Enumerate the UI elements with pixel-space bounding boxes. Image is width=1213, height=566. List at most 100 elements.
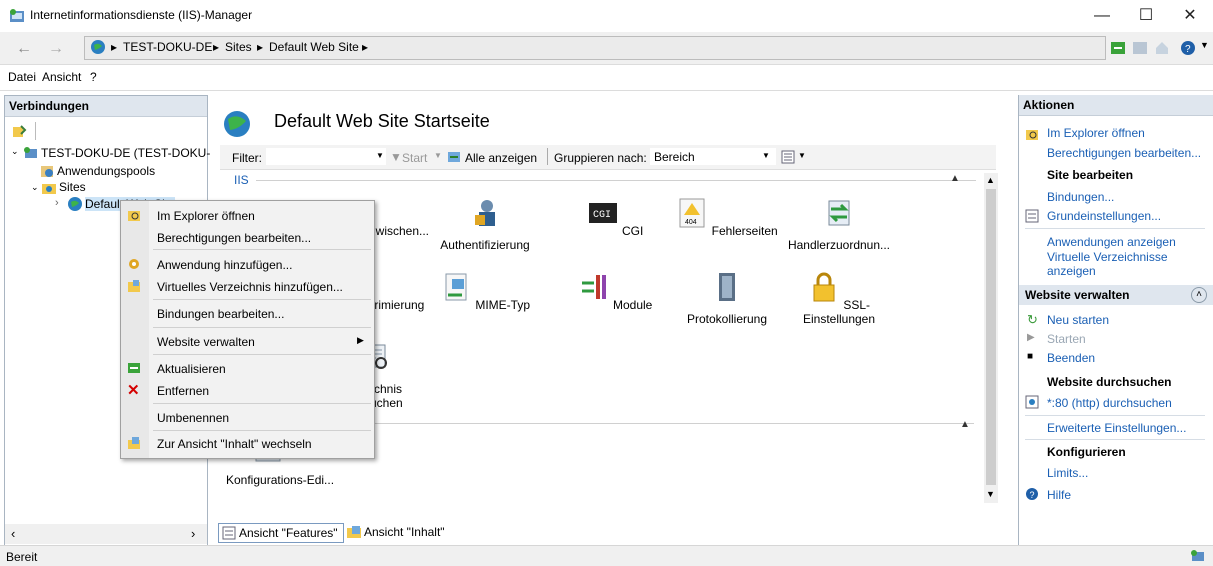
show-all-icon: [448, 152, 460, 162]
scroll-up-icon[interactable]: ▲: [986, 175, 995, 185]
error-pages-icon: 404: [679, 198, 705, 228]
action-group-edit-site: Site bearbeiten: [1047, 168, 1134, 182]
menu-separator: [153, 249, 371, 250]
content-view-icon: [347, 526, 361, 538]
ctx-add-virtual-dir[interactable]: Virtuelles Verzeichnis hinzufügen...: [157, 280, 343, 294]
collapse-group-icon[interactable]: ▲: [960, 419, 970, 430]
divider: [1025, 439, 1205, 440]
action-restart[interactable]: Neu starten: [1047, 313, 1109, 327]
menu-file[interactable]: Datei: [8, 70, 36, 84]
menu-view[interactable]: Ansicht: [42, 70, 81, 84]
action-limits[interactable]: Limits...: [1047, 466, 1088, 480]
feature-handler-mappings[interactable]: Handlerzuordnun...: [784, 197, 894, 252]
ctx-explore[interactable]: Im Explorer öffnen: [157, 209, 255, 223]
features-view-icon: [222, 526, 236, 540]
group-by-select[interactable]: Bereich ▼: [650, 148, 776, 165]
feature-authentication[interactable]: Authentifizierung: [430, 197, 540, 252]
show-all-button[interactable]: Alle anzeigen: [465, 151, 537, 165]
chevron-right-icon[interactable]: ›: [55, 197, 59, 209]
chevron-down-icon[interactable]: ▼: [1200, 40, 1209, 50]
breadcrumb-site[interactable]: Default Web Site: [269, 40, 359, 54]
horizontal-scrollbar[interactable]: ‹ ›: [5, 524, 207, 544]
filter-label: Filter:: [232, 151, 262, 165]
chevron-down-icon[interactable]: ▼: [376, 151, 384, 160]
connections-title: Verbindungen: [5, 96, 207, 117]
chevron-down-icon[interactable]: ⌄: [11, 146, 19, 157]
breadcrumb-server[interactable]: TEST-DOKU-DE: [123, 40, 212, 54]
tab-content-view[interactable]: Ansicht "Inhalt": [344, 523, 456, 541]
status-bar: Bereit: [0, 545, 1213, 566]
breadcrumb: ▸ TEST-DOKU-DE ▸ Sites ▸ Default Web Sit…: [84, 36, 1106, 60]
action-basic-settings[interactable]: Grundeinstellungen...: [1047, 209, 1161, 223]
ctx-manage-website[interactable]: Website verwalten: [157, 335, 255, 349]
handler-mappings-icon: [828, 200, 850, 226]
feature-logging[interactable]: Protokollierung: [672, 271, 782, 326]
action-group-configure: Konfigurieren: [1047, 445, 1126, 459]
feature-modules[interactable]: Module: [560, 271, 670, 312]
sites-folder-icon: [42, 184, 56, 194]
refresh-icon[interactable]: [1110, 40, 1126, 56]
ctx-switch-content-view[interactable]: Zur Ansicht "Inhalt" wechseln: [157, 437, 312, 451]
collapse-icon[interactable]: ˄: [1191, 287, 1207, 303]
scroll-left-icon[interactable]: ‹: [11, 526, 15, 541]
action-bindings[interactable]: Bindungen...: [1047, 190, 1114, 204]
ctx-refresh[interactable]: Aktualisieren: [157, 362, 226, 376]
action-stop[interactable]: Beenden: [1047, 351, 1095, 365]
view-mode-icon[interactable]: [780, 149, 796, 165]
tab-label: Ansicht "Features": [239, 526, 338, 540]
connect-icon[interactable]: [11, 124, 27, 140]
back-arrow-icon[interactable]: ←: [16, 40, 32, 58]
start-button[interactable]: Start: [402, 151, 427, 165]
tree-app-pools[interactable]: Anwendungspools: [57, 164, 155, 178]
basic-settings-icon: [1025, 209, 1039, 223]
breadcrumb-sites[interactable]: Sites: [225, 40, 252, 54]
ctx-add-application[interactable]: Anwendung hinzufügen...: [157, 258, 292, 272]
action-view-applications[interactable]: Anwendungen anzeigen: [1047, 235, 1176, 249]
tree-server[interactable]: TEST-DOKU-DE (TEST-DOKU-: [41, 146, 210, 160]
help-icon[interactable]: ?: [1180, 40, 1196, 56]
chevron-down-icon: ▼: [762, 151, 770, 160]
action-edit-permissions[interactable]: Berechtigungen bearbeiten...: [1047, 146, 1201, 160]
divider: [1025, 415, 1205, 416]
tab-features-view[interactable]: Ansicht "Features": [218, 523, 344, 543]
ctx-edit-permissions[interactable]: Berechtigungen bearbeiten...: [157, 231, 311, 245]
add-application-icon: [129, 259, 139, 269]
scroll-right-icon[interactable]: ›: [191, 526, 195, 541]
minimize-button[interactable]: —: [1080, 0, 1124, 32]
action-help[interactable]: Hilfe: [1047, 488, 1071, 502]
ctx-remove[interactable]: Entfernen: [157, 384, 209, 398]
feature-ssl-settings[interactable]: SSL-Einstellungen: [784, 271, 894, 326]
stop-icon[interactable]: [1132, 40, 1148, 56]
chevron-down-icon[interactable]: ▼: [434, 151, 442, 160]
page-title: Default Web Site Startseite: [274, 111, 490, 131]
restart-icon: ↻: [1027, 312, 1038, 327]
menu-help[interactable]: ?: [90, 70, 97, 84]
vertical-scrollbar[interactable]: ▲ ▼: [984, 173, 998, 503]
action-start[interactable]: Starten: [1047, 332, 1086, 346]
maximize-button[interactable]: ☐: [1124, 0, 1168, 32]
lock-icon: [813, 272, 835, 302]
feature-mime-type[interactable]: MIME-Typ: [430, 271, 540, 312]
globe-icon: [68, 197, 82, 211]
action-browse-http[interactable]: *:80 (http) durchsuchen: [1047, 396, 1172, 410]
home-icon[interactable]: [1154, 40, 1170, 56]
add-virtual-dir-icon: [128, 280, 140, 292]
forward-arrow-icon[interactable]: →: [48, 40, 64, 58]
feature-error-pages[interactable]: 404 Fehlerseiten: [672, 197, 782, 238]
close-button[interactable]: ✕: [1168, 0, 1212, 32]
tree-sites[interactable]: Sites: [59, 180, 86, 194]
action-view-virtual-dirs[interactable]: Virtuelle Verzeichnisse anzeigen: [1047, 250, 1197, 278]
ctx-rename[interactable]: Umbenennen: [157, 411, 229, 425]
feature-cgi[interactable]: CGI CGI: [560, 197, 670, 238]
collapse-group-icon[interactable]: ▲: [950, 173, 960, 184]
modules-icon: [581, 275, 606, 299]
section-header-manage[interactable]: Website verwalten ˄: [1019, 285, 1213, 305]
scrollbar-thumb[interactable]: [986, 189, 996, 485]
filter-input[interactable]: [266, 148, 386, 165]
ctx-edit-bindings[interactable]: Bindungen bearbeiten...: [157, 307, 284, 321]
scroll-down-icon[interactable]: ▼: [986, 489, 995, 499]
chevron-down-icon[interactable]: ⌄: [31, 182, 39, 193]
chevron-down-icon[interactable]: ▼: [798, 151, 806, 160]
action-explore[interactable]: Im Explorer öffnen: [1047, 126, 1145, 140]
action-advanced-settings[interactable]: Erweiterte Einstellungen...: [1047, 421, 1186, 435]
